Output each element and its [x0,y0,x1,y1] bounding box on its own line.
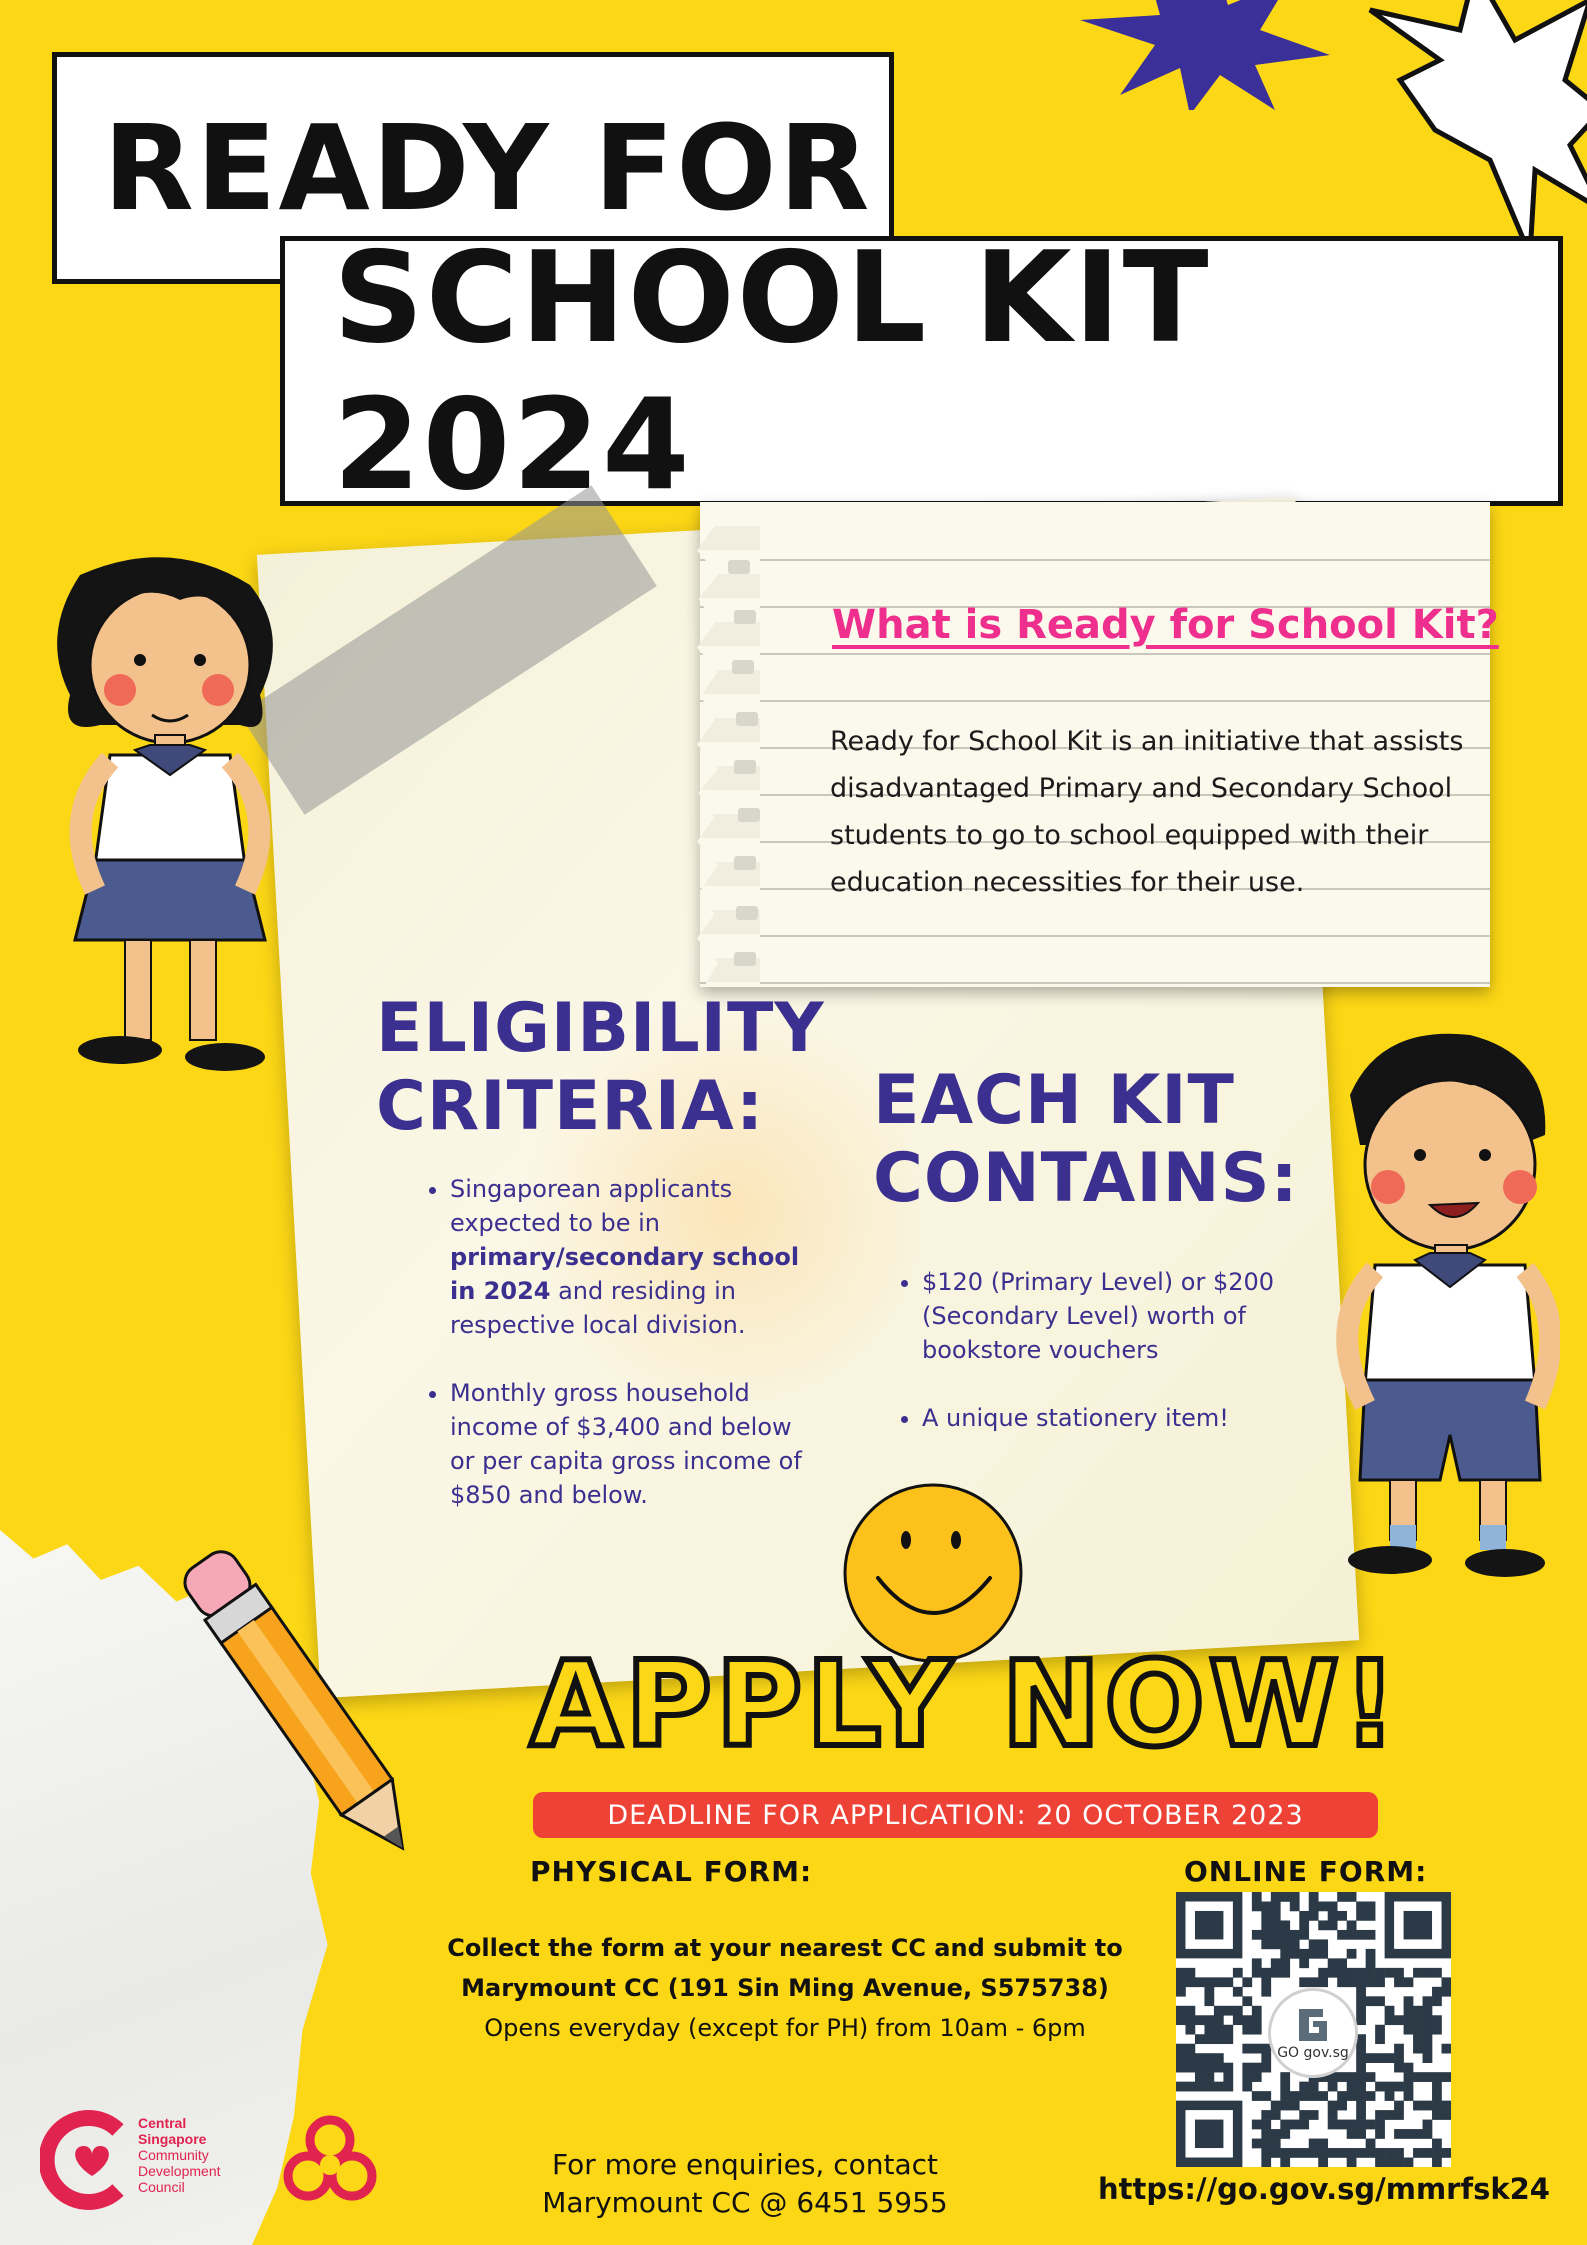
qr-logo-text: GO gov.sg [1277,2045,1349,2061]
notebook-hole [738,808,760,822]
cdc-line-5: Council [138,2179,185,2195]
notebook-hole [732,660,754,674]
cdc-logo-text: Central Singapore Community Development … [138,2115,258,2195]
kit-item2-text: A unique stationery item! [922,1404,1229,1432]
kit-heading: EACH KIT CONTAINS: [873,1062,1299,1218]
title-line-1-text: READY FOR [103,99,872,237]
collect-instructions: Collect the form at your nearest CC and … [425,1928,1145,2048]
eligibility-heading-line2: CRITERIA: [376,1067,765,1146]
enquiry-line-1: For more enquiries, contact [551,2148,939,2181]
about-body: Ready for School Kit is an initiative th… [830,726,1464,898]
collect-line-1: Collect the form at your nearest CC and … [447,1934,1123,1962]
go-mark-icon [1299,2009,1327,2041]
pencil-icon [183,1550,405,1851]
eligibility-list: Singaporean applicants expected to be in… [422,1172,810,1546]
notebook-hole [734,952,756,966]
cdc-line-3: Community [138,2147,209,2163]
deadline-banner: DEADLINE FOR APPLICATION: 20 OCTOBER 202… [533,1792,1378,1838]
collect-line-2: Marymount CC (191 Sin Ming Avenue, S5757… [461,1974,1109,2002]
notebook-hole [734,760,756,774]
girl-illustration-icon [57,557,273,1071]
eligibility-item1-text: Singaporean applicants expected to be in [450,1175,733,1237]
enquiry-line-2: Marymount CC @ 6451 5955 [542,2186,948,2219]
notebook-hole [728,560,750,574]
boy-illustration-icon [1336,1033,1560,1577]
eligibility-heading: ELIGIBILITY CRITERIA: [376,990,825,1146]
pa-logo-icon [283,2115,377,2201]
title-line-2: SCHOOL KIT 2024 [280,224,1563,518]
online-form-url[interactable]: https://go.gov.sg/mmrfsk24 [1098,2172,1550,2206]
list-item: Monthly gross household income of $3,400… [450,1376,810,1512]
starburst-white-icon [1368,0,1587,256]
notebook-hole [736,712,758,726]
notebook-hole [734,856,756,870]
list-item: Singaporean applicants expected to be in… [450,1172,810,1342]
gogovsg-logo-icon: GO gov.sg [1268,1988,1358,2078]
kit-item1-text: $120 (Primary Level) or $200 (Secondary … [922,1268,1275,1364]
cdc-line-2: Singapore [138,2131,207,2147]
enquiry-text: For more enquiries, contact Marymount CC… [520,2146,970,2222]
physical-form-label: PHYSICAL FORM: [530,1855,813,1888]
about-heading: What is Ready for School Kit? [832,602,1499,648]
eligibility-heading-line1: ELIGIBILITY [376,989,825,1068]
list-item: A unique stationery item! [922,1401,1322,1435]
title-line-2-text: SCHOOL KIT 2024 [333,224,1211,518]
notebook-hole [736,906,758,920]
deadline-text: DEADLINE FOR APPLICATION: 20 OCTOBER 202… [607,1799,1304,1831]
kit-heading-line2: CONTAINS: [873,1139,1299,1218]
list-item: $120 (Primary Level) or $200 (Secondary … [922,1265,1322,1367]
collect-line-3: Opens everyday (except for PH) from 10am… [484,2014,1086,2042]
starburst-purple-icon [1080,0,1330,110]
notebook-hole [734,610,756,624]
cdc-logo-icon [40,2110,124,2210]
kit-heading-line1: EACH KIT [873,1061,1235,1140]
cdc-line-1: Central [138,2115,187,2131]
cdc-line-4: Development [138,2163,221,2179]
online-form-label: ONLINE FORM: [1184,1855,1428,1888]
apply-now-headline: APPLY NOW! [527,1632,1401,1776]
eligibility-item2-text: Monthly gross household income of $3,400… [450,1379,802,1509]
kit-list: $120 (Primary Level) or $200 (Secondary … [894,1265,1322,1469]
